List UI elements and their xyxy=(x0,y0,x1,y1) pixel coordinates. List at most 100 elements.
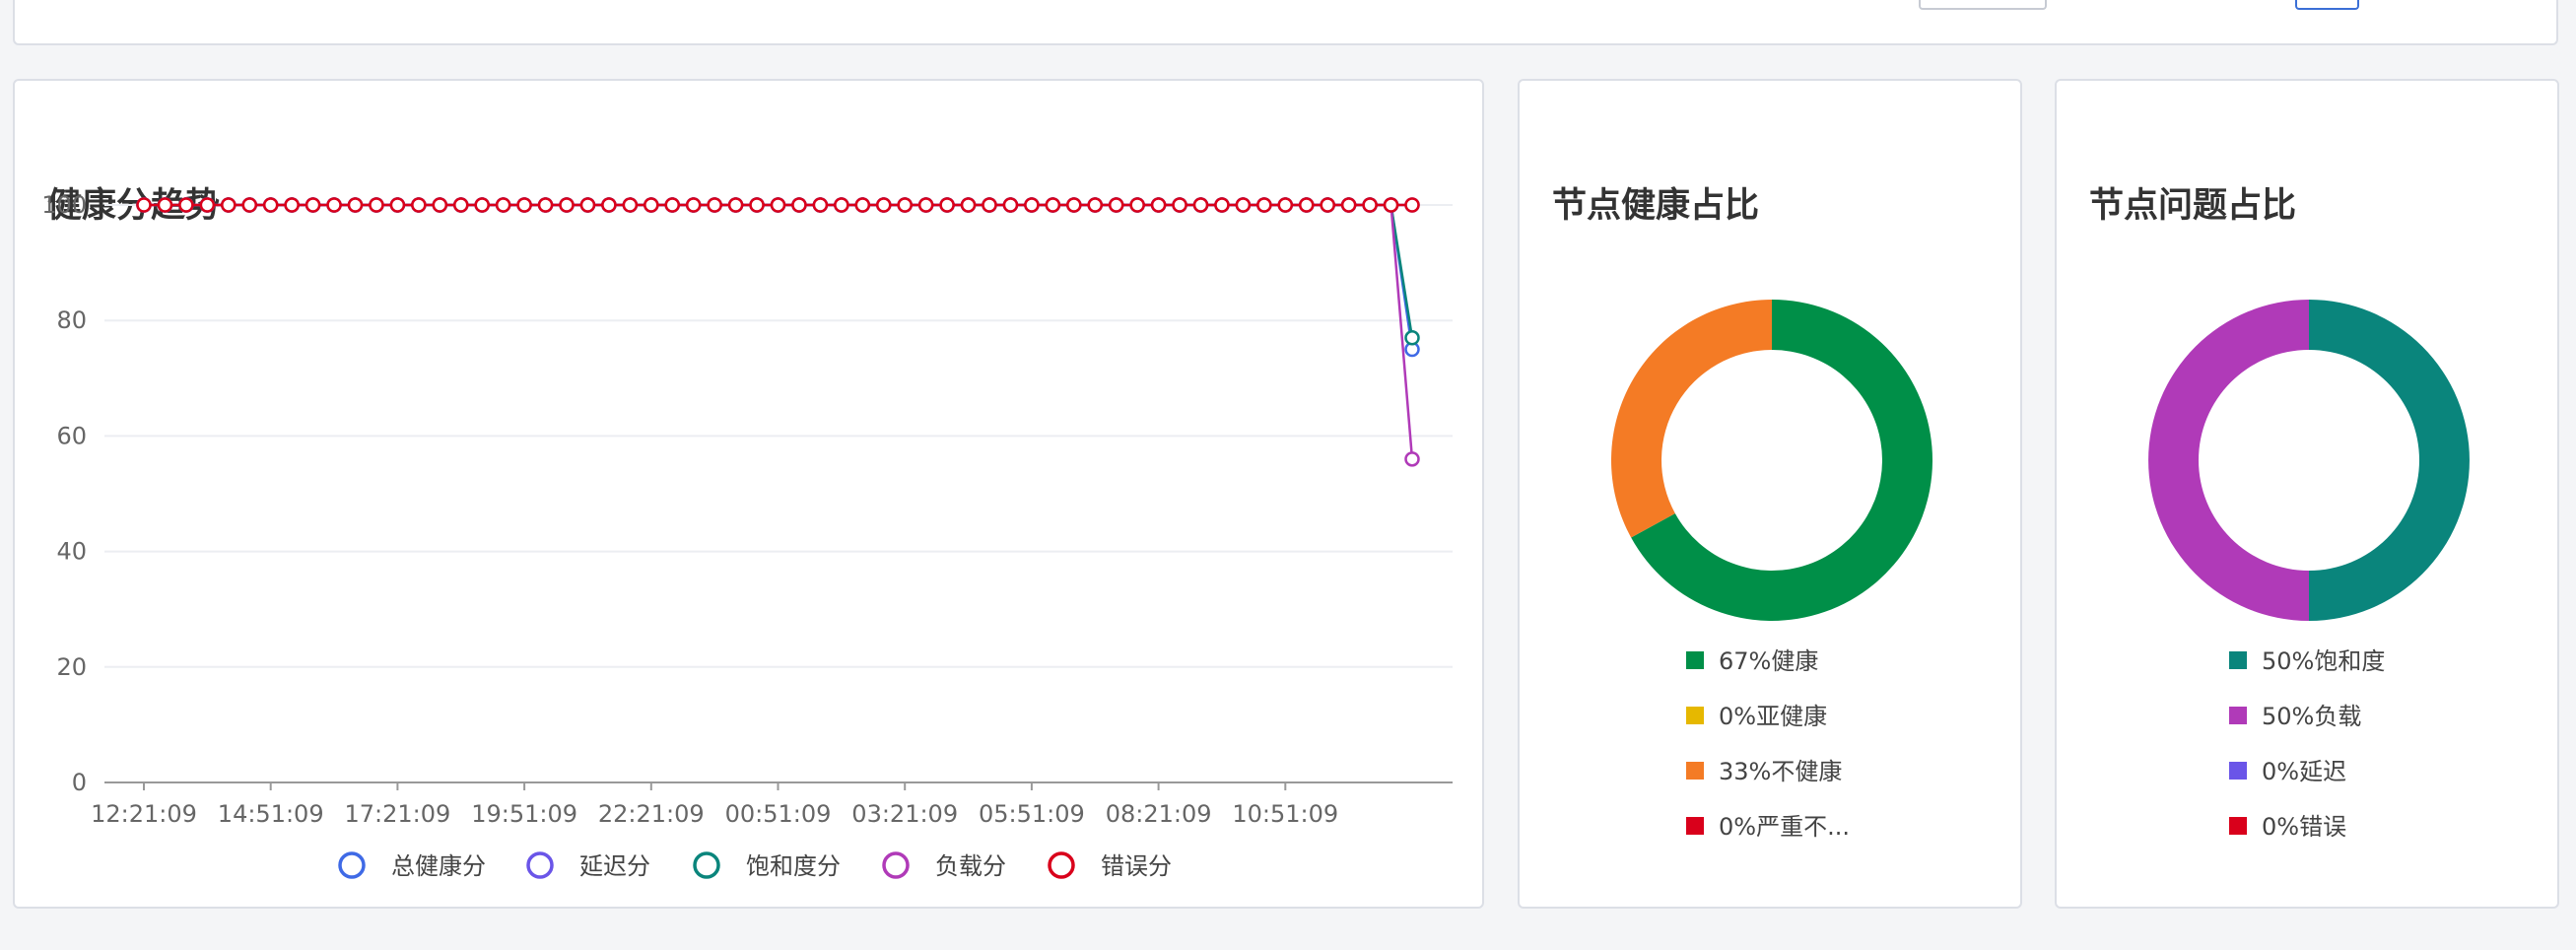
legend-marker xyxy=(693,851,720,879)
series-line-1 xyxy=(144,203,1414,350)
legend-swatch xyxy=(2229,651,2247,669)
data-point xyxy=(178,197,194,213)
data-point xyxy=(389,197,406,213)
x-tick-label: 10:51:09 xyxy=(1232,800,1338,828)
data-point xyxy=(664,197,680,213)
data-point xyxy=(791,197,807,213)
data-point xyxy=(579,197,596,213)
x-tick-label: 12:21:09 xyxy=(91,800,197,828)
data-point xyxy=(347,197,364,213)
x-tick-label: 17:21:09 xyxy=(345,800,451,828)
data-point xyxy=(1404,330,1420,346)
legend-label: 0%延迟 xyxy=(2262,758,2346,785)
legend-swatch xyxy=(1686,651,1704,669)
node-issue-donut: 50%饱和度 50%负载 0%延迟 0%错误 xyxy=(2148,300,2470,841)
data-point xyxy=(1299,197,1315,213)
data-point xyxy=(284,197,300,213)
y-tick-label: 60 xyxy=(56,422,87,449)
x-tick-label: 03:21:09 xyxy=(851,800,958,828)
data-point xyxy=(644,197,659,213)
legend-label: 饱和度分 xyxy=(746,852,841,880)
data-point xyxy=(812,197,829,213)
legend-label: 0%错误 xyxy=(2262,813,2346,841)
data-point xyxy=(199,197,216,213)
y-tick-label: 0 xyxy=(72,769,87,796)
legend-swatch xyxy=(2229,762,2247,780)
data-point xyxy=(1066,197,1082,213)
legend-label: 错误分 xyxy=(1101,852,1172,880)
data-point xyxy=(1024,197,1040,213)
data-point xyxy=(1150,197,1167,213)
data-point xyxy=(1045,197,1061,213)
data-point xyxy=(305,197,321,213)
data-point xyxy=(1214,197,1230,213)
series-line-3 xyxy=(144,203,1414,338)
legend-label: 总健康分 xyxy=(391,852,486,880)
data-point xyxy=(537,197,554,213)
data-point xyxy=(221,197,237,213)
data-point xyxy=(1087,197,1103,213)
legend-swatch xyxy=(2229,817,2247,835)
data-point xyxy=(749,197,765,213)
legend-swatch xyxy=(1686,817,1704,835)
data-point xyxy=(834,197,849,213)
legend-marker xyxy=(526,851,554,879)
data-point xyxy=(1362,197,1378,213)
node-issue-card: 节点问题占比 50%饱和度 50%负载 0%延迟 0%错误 xyxy=(2055,79,2559,909)
data-point xyxy=(707,197,722,213)
legend-label: 50%负载 xyxy=(2262,703,2361,730)
series-line-4 xyxy=(144,203,1414,459)
data-point xyxy=(262,197,279,213)
data-point xyxy=(1277,197,1294,213)
legend-marker xyxy=(1048,851,1075,879)
legend-marker xyxy=(338,851,366,879)
data-point xyxy=(241,197,257,213)
node-health-donut: 67%健康 0%亚健康 33%不健康 0%严重不... xyxy=(1611,300,1932,841)
data-point xyxy=(1108,197,1124,213)
data-point xyxy=(982,197,997,213)
filter-button[interactable] xyxy=(2295,0,2359,10)
data-point xyxy=(601,197,617,213)
data-point xyxy=(1192,197,1209,213)
data-point xyxy=(411,197,427,213)
x-tick-label: 22:21:09 xyxy=(598,800,705,828)
x-tick-label: 19:51:09 xyxy=(471,800,577,828)
data-point xyxy=(770,197,786,213)
data-point xyxy=(854,197,871,213)
data-point xyxy=(1129,197,1145,213)
donut-slice xyxy=(2309,300,2470,621)
data-point xyxy=(474,197,490,213)
data-point xyxy=(559,197,575,213)
health-trend-chart: 0 20 40 60 80 100 12:21:09 14:51:09 17:21:09 19:5… xyxy=(41,191,1453,880)
data-point xyxy=(1404,451,1420,467)
legend-label: 50%饱和度 xyxy=(2262,647,2385,675)
legend-label: 0%亚健康 xyxy=(1719,703,1827,730)
data-point xyxy=(326,197,342,213)
data-point xyxy=(876,197,892,213)
data-point xyxy=(1340,197,1357,213)
data-point xyxy=(157,197,173,213)
y-tick-label: 100 xyxy=(41,191,87,219)
legend-label: 67%健康 xyxy=(1719,647,1818,675)
data-point xyxy=(1256,197,1272,213)
data-point xyxy=(1002,197,1019,213)
data-point xyxy=(516,197,532,213)
data-point xyxy=(1383,197,1399,213)
legend-marker xyxy=(882,851,910,879)
data-point xyxy=(897,197,913,213)
data-point xyxy=(727,197,744,213)
health-trend-card: 健康分趋势 0 20 40 60 80 100 12:21:09 14:51:09 17:21:… xyxy=(13,79,1484,909)
data-point xyxy=(1320,197,1335,213)
legend-label: 0%严重不... xyxy=(1719,813,1850,841)
y-tick-label: 40 xyxy=(56,538,87,566)
data-point xyxy=(685,197,702,213)
x-tick-label: 08:21:09 xyxy=(1106,800,1212,828)
legend-label: 负载分 xyxy=(935,852,1006,880)
data-point xyxy=(1404,197,1420,213)
data-point xyxy=(453,197,469,213)
data-point xyxy=(939,197,955,213)
donut-slice xyxy=(2148,300,2309,621)
x-tick-label: 05:51:09 xyxy=(979,800,1085,828)
data-point xyxy=(369,197,384,213)
filter-select[interactable] xyxy=(1919,0,2047,10)
